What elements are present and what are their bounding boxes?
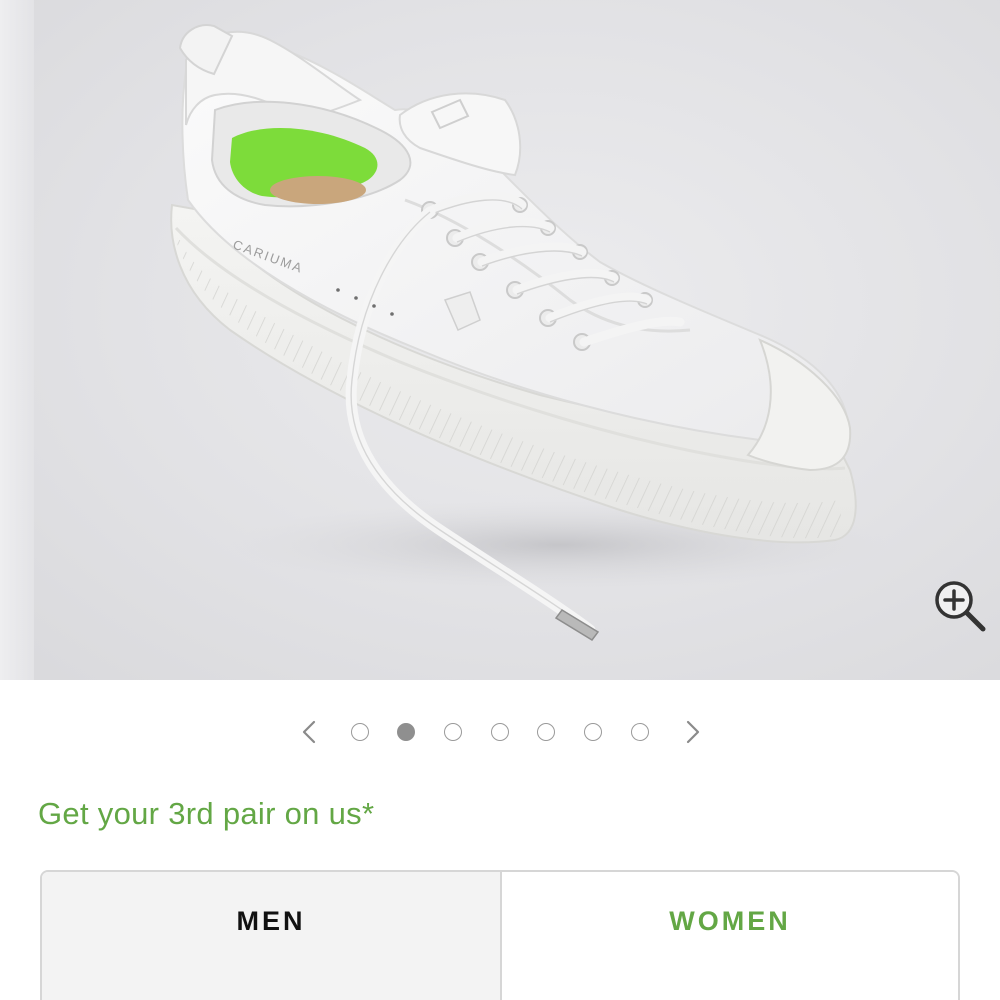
zoom-button[interactable] [928, 574, 990, 636]
product-gallery[interactable]: CARIUMA [0, 0, 1000, 680]
carousel-prev-button[interactable] [296, 718, 324, 746]
carousel-dot-4[interactable] [491, 723, 509, 741]
carousel-dot-5[interactable] [537, 723, 555, 741]
product-image: CARIUMA [170, 24, 890, 641]
chevron-left-icon [302, 720, 316, 744]
carousel-dot-6[interactable] [584, 723, 602, 741]
tab-women-label: WOMEN [669, 906, 791, 936]
tab-men-label: MEN [236, 906, 306, 936]
carousel-dot-7[interactable] [631, 723, 649, 741]
promo-text: Get your 3rd pair on us* [38, 796, 375, 831]
carousel-pagination [0, 710, 1000, 754]
carousel-dot-2[interactable] [397, 723, 415, 741]
chevron-right-icon [686, 720, 700, 744]
zoom-in-icon [935, 581, 986, 632]
carousel-dot-1[interactable] [351, 723, 369, 741]
gender-selector: MEN WOMEN [40, 870, 960, 1000]
carousel-next-button[interactable] [678, 718, 706, 746]
tab-men[interactable]: MEN [42, 872, 502, 1000]
tab-women[interactable]: WOMEN [502, 872, 958, 1000]
carousel-dot-3[interactable] [444, 723, 462, 741]
product-page: CARIUMA Get your 3rd pair on us* MEN WOM… [0, 0, 1000, 1000]
